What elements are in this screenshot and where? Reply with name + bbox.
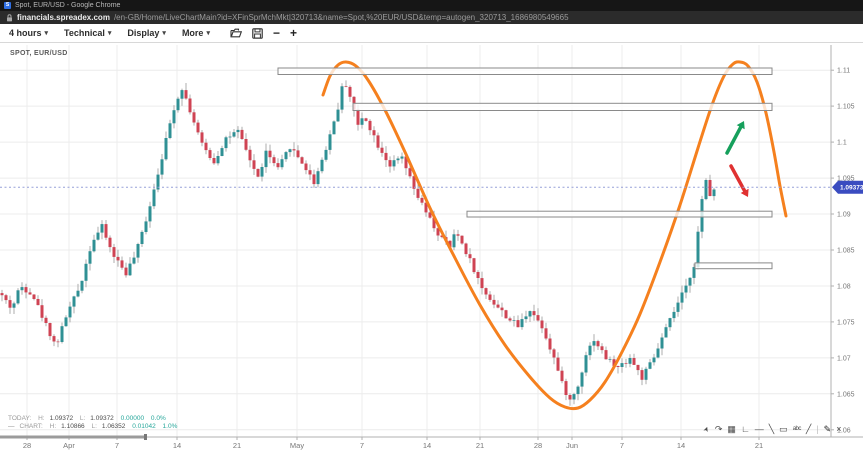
legend-today-low: 1.09372 xyxy=(90,415,114,422)
up-arrow-annotation[interactable] xyxy=(727,121,745,153)
symbol-label: SPOT, EUR/USD xyxy=(10,50,68,57)
legend-high-label: H: xyxy=(50,423,57,430)
more-dropdown-label: More xyxy=(182,28,204,38)
chevron-down-icon: ▾ xyxy=(45,29,49,37)
x-axis-label: 28 xyxy=(534,441,542,450)
legend-low-label: L: xyxy=(80,415,85,422)
x-axis-label: Apr xyxy=(63,441,75,450)
legend-chart-change-pct: 1.0% xyxy=(163,423,178,430)
legend-chart-change: 0.01042 xyxy=(132,423,156,430)
x-axis-label: 14 xyxy=(173,441,181,450)
legend-chart-low: 1.06352 xyxy=(102,423,126,430)
y-axis-label: 1.105 xyxy=(837,104,855,111)
chart-axes-tool-icon[interactable]: ∟ xyxy=(741,424,750,435)
chevron-down-icon: ▾ xyxy=(108,29,112,37)
zone-rectangle[interactable] xyxy=(695,263,772,269)
legend-high-label: H: xyxy=(38,415,45,422)
technical-dropdown[interactable]: Technical ▾ xyxy=(64,28,111,38)
x-axis-label: 7 xyxy=(115,441,119,450)
timeframe-dropdown[interactable]: 4 hours ▾ xyxy=(9,28,48,38)
zoom-out-button[interactable]: − xyxy=(273,28,280,38)
trend-line-tool-icon[interactable]: ╱ xyxy=(806,424,811,435)
x-axis-label: 14 xyxy=(677,441,685,450)
lock-icon xyxy=(6,14,13,22)
chart-legend: TODAY: H:1.09372 L:1.09372 0.00000 0.0% … xyxy=(8,415,182,431)
legend-row-today: TODAY: H: 1.09372 L: 1.09372 0.00000 0.0% xyxy=(8,415,182,423)
legend-today-high: 1.09372 xyxy=(50,415,74,422)
open-folder-icon[interactable] xyxy=(230,28,242,38)
x-axis-labels: 28 Apr 7 14 21 May 7 14 21 28 Jun 7 14 21 xyxy=(23,437,763,450)
svg-text:1.09373: 1.09373 xyxy=(840,185,863,192)
timeframe-dropdown-label: 4 hours xyxy=(9,28,42,38)
chart-scrollbar[interactable] xyxy=(0,434,147,440)
grid-tool-icon[interactable]: ▦ xyxy=(727,424,736,435)
x-axis-label: May xyxy=(290,441,304,450)
legend-chart-label: CHART: xyxy=(20,423,43,430)
y-axis-label: 1.065 xyxy=(837,391,855,398)
diagonal-line-tool-icon[interactable]: ╲ xyxy=(769,424,774,435)
y-axis-label: 1.075 xyxy=(837,319,855,326)
legend-chart-high: 1.10866 xyxy=(61,423,85,430)
spreadex-favicon: S xyxy=(4,2,11,9)
x-axis-label: 14 xyxy=(423,441,431,450)
chart-toolbar: 4 hours ▾ Technical ▾ Display ▾ More ▾ xyxy=(0,24,863,43)
pencil-tool-icon[interactable]: ✎ xyxy=(824,424,832,435)
candles xyxy=(1,80,716,405)
zoom-in-button[interactable]: + xyxy=(290,28,297,38)
legend-low-label: L: xyxy=(91,423,96,430)
x-axis-label: 7 xyxy=(360,441,364,450)
url-path: /en-GB/Home/LiveChartMain?id=XFinSprMchM… xyxy=(114,13,569,22)
close-tool-icon[interactable]: × xyxy=(836,424,841,435)
rectangle-tool-icon[interactable]: ▭ xyxy=(779,424,788,435)
y-axis-label: 1.1 xyxy=(837,140,847,147)
browser-window: S Spot, EUR/USD - Google Chrome financia… xyxy=(0,0,863,452)
window-title-bar: S Spot, EUR/USD - Google Chrome xyxy=(0,0,863,11)
chart-area[interactable]: 1.111.1051.11.0951.091.0851.081.0751.071… xyxy=(0,43,863,452)
url-domain: financials.spreadex.com xyxy=(17,13,110,22)
candlestick-chart: 1.111.1051.11.0951.091.0851.081.0751.071… xyxy=(0,43,863,452)
drawing-toolbar: ➤↷▦∟—╲▭abc╱|✎× xyxy=(704,423,841,436)
zone-rectangle[interactable] xyxy=(353,103,772,110)
y-axis-label: 1.11 xyxy=(837,68,850,75)
x-axis-label: 28 xyxy=(23,441,31,450)
horizontal-line-tool-icon[interactable]: — xyxy=(755,424,764,435)
legend-today-change-pct: 0.0% xyxy=(151,415,166,422)
down-arrow-annotation[interactable] xyxy=(731,166,749,197)
x-axis-label: 21 xyxy=(476,441,484,450)
curve-tool-icon[interactable]: ↷ xyxy=(715,424,723,435)
technical-dropdown-label: Technical xyxy=(64,28,105,38)
x-axis-label: 21 xyxy=(755,441,763,450)
text-tool-icon[interactable]: abc xyxy=(793,424,801,435)
chevron-down-icon: ▾ xyxy=(206,29,210,37)
save-icon[interactable] xyxy=(252,28,263,39)
y-axis-label: 1.085 xyxy=(837,248,855,255)
chevron-down-icon: ▾ xyxy=(162,29,166,37)
window-title: Spot, EUR/USD - Google Chrome xyxy=(15,2,120,9)
url-bar[interactable]: financials.spreadex.com/en-GB/Home/LiveC… xyxy=(0,11,863,24)
y-axis-label: 1.08 xyxy=(837,284,851,291)
legend-series-marker: — xyxy=(8,423,15,430)
display-dropdown-label: Display xyxy=(127,28,159,38)
legend-today-label: TODAY: xyxy=(8,415,31,422)
x-axis-label: Jun xyxy=(566,441,578,450)
display-dropdown[interactable]: Display ▾ xyxy=(127,28,166,38)
y-axis-label: 1.07 xyxy=(837,355,851,362)
y-axis-labels: 1.111.1051.11.0951.091.0851.081.0751.071… xyxy=(831,68,855,435)
x-axis-label: 21 xyxy=(233,441,241,450)
more-dropdown[interactable]: More ▾ xyxy=(182,28,210,38)
toolbar-divider: | xyxy=(816,424,818,435)
current-price-badge: 1.09373 xyxy=(832,181,863,194)
legend-today-change: 0.00000 xyxy=(121,415,145,422)
legend-row-chart: — CHART: H: 1.10866 L: 1.06352 0.01042 1.0% xyxy=(8,423,182,431)
x-axis-label: 7 xyxy=(620,441,624,450)
zone-rectangle[interactable] xyxy=(467,211,772,217)
zone-rectangle[interactable] xyxy=(278,68,772,75)
y-axis-label: 1.09 xyxy=(837,212,851,219)
